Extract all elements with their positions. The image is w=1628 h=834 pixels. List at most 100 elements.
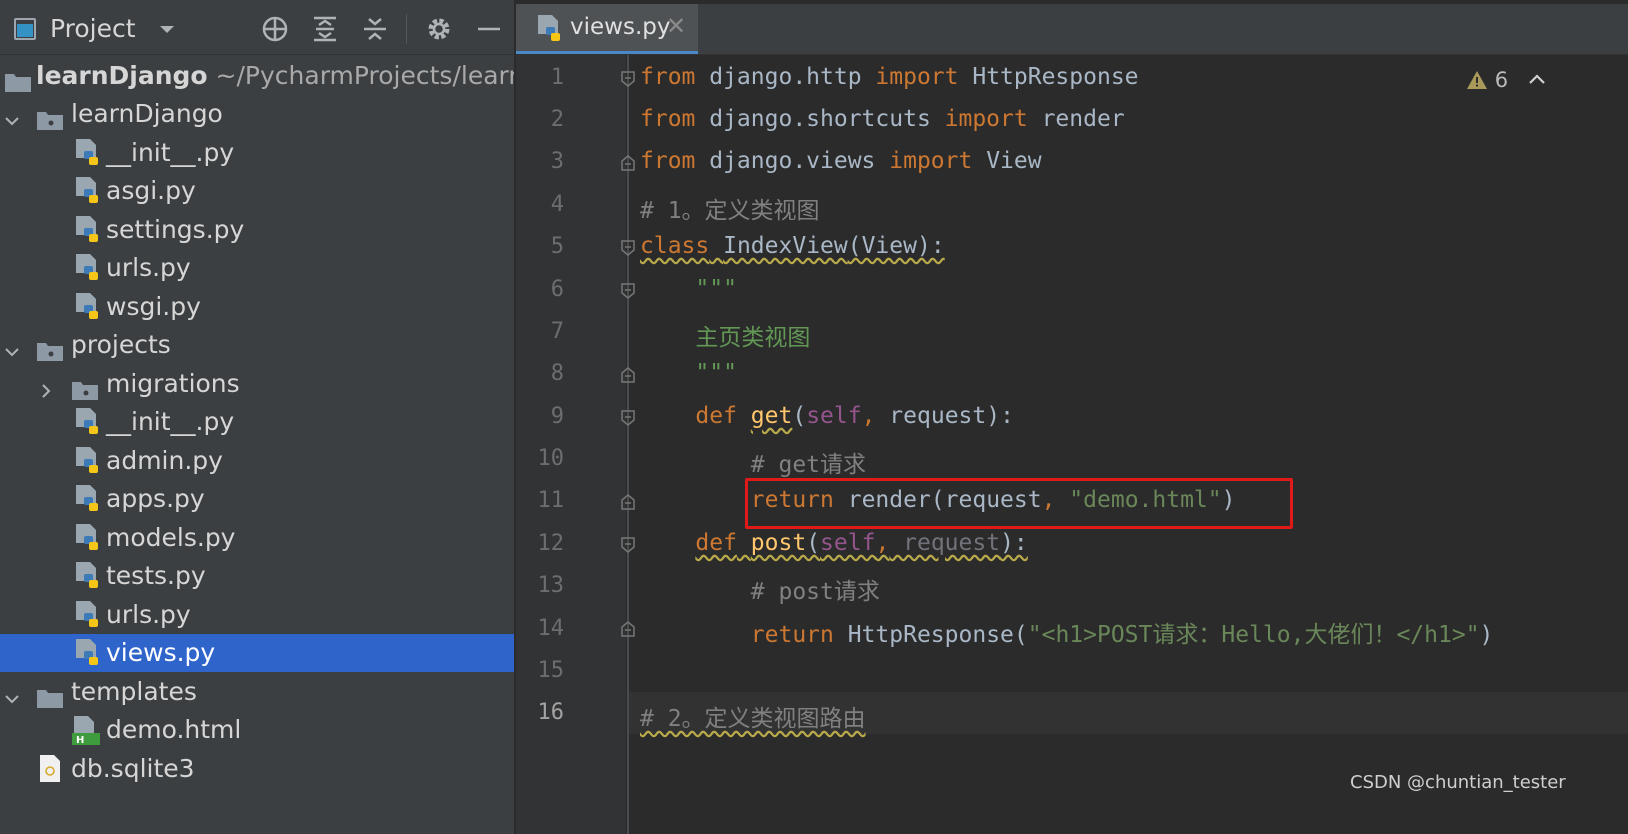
tree-item-file[interactable]: __init__.py <box>0 403 514 441</box>
line-number: 5 <box>550 234 564 259</box>
inspection-widget[interactable]: 6 <box>1466 68 1508 92</box>
fold-start-icon[interactable] <box>619 239 637 257</box>
tree-item-label: migrations <box>106 369 240 398</box>
comma: , <box>875 530 890 556</box>
toolbar-separator <box>406 14 407 44</box>
code-line-4[interactable]: # 1。定义类视图 <box>640 191 820 225</box>
python-file-icon <box>74 484 102 514</box>
code-line-13[interactable]: # post请求 <box>640 572 880 606</box>
editor-tab-bar: views.py ✕ <box>516 4 1628 55</box>
python-file-icon <box>74 523 102 553</box>
line-number: 10 <box>537 446 565 471</box>
fold-start-icon[interactable] <box>619 70 637 88</box>
code-line-10[interactable]: # get请求 <box>640 445 866 479</box>
tree-item-file[interactable]: settings.py <box>0 211 514 249</box>
line-number: 1 <box>550 65 564 90</box>
expand-all-icon[interactable] <box>310 14 340 44</box>
comment: # 2。定义类视图路由 <box>640 706 866 732</box>
gear-icon[interactable] <box>424 14 454 44</box>
tree-item-label: wsgi.py <box>106 292 201 321</box>
fold-end-icon[interactable] <box>619 154 637 172</box>
paren: ) <box>1479 622 1494 648</box>
locate-file-icon[interactable] <box>260 14 290 44</box>
svg-text:H: H <box>76 735 84 745</box>
python-file-icon <box>536 14 564 44</box>
keyword: class <box>640 233 710 259</box>
docstring: """ <box>695 360 737 386</box>
python-file-icon <box>74 446 102 476</box>
chevron-down-icon[interactable] <box>2 682 22 704</box>
code-line-2[interactable]: from django.shortcuts import render <box>640 106 1125 132</box>
collapse-all-icon[interactable] <box>360 14 390 44</box>
line-number: 12 <box>537 531 565 556</box>
tree-item-file[interactable]: db.sqlite3 <box>0 750 514 788</box>
chevron-up-icon[interactable] <box>1526 68 1548 90</box>
fold-end-icon[interactable] <box>619 493 637 511</box>
tree-item-label: projects <box>71 330 171 359</box>
python-file-icon <box>74 638 102 668</box>
code-line-8[interactable]: """ <box>640 360 737 386</box>
function-name: get <box>750 403 793 429</box>
fold-start-icon[interactable] <box>619 409 637 427</box>
tree-item-file[interactable]: H demo.html <box>0 711 514 749</box>
keyword: import <box>944 106 1028 132</box>
view-dropdown-icon[interactable] <box>152 14 182 44</box>
tree-item-label: __init__.py <box>106 407 235 436</box>
code-line-5[interactable]: class IndexView(View): <box>640 233 945 259</box>
tab-label: views.py <box>570 14 671 40</box>
keyword: from <box>640 148 696 174</box>
keyword: from <box>640 64 696 90</box>
python-file-icon <box>74 292 102 322</box>
code-line-9[interactable]: def get(self, request): <box>640 403 1014 429</box>
paren: ( <box>806 530 821 556</box>
chevron-down-icon[interactable] <box>2 335 22 357</box>
fold-end-icon[interactable] <box>619 620 637 638</box>
fold-start-icon[interactable] <box>619 536 637 554</box>
tree-item-file[interactable]: __init__.py <box>0 134 514 172</box>
call: HttpResponse( <box>833 622 1028 648</box>
tree-item-folder[interactable]: learnDjango <box>0 95 514 133</box>
fold-end-icon[interactable] <box>619 366 637 384</box>
warning-icon <box>1467 71 1487 89</box>
hide-panel-icon[interactable] <box>474 14 504 44</box>
keyword: import <box>889 148 973 174</box>
tree-item-file-selected[interactable]: views.py <box>0 634 514 672</box>
tree-item-file[interactable]: asgi.py <box>0 172 514 210</box>
tree-item-file[interactable]: tests.py <box>0 557 514 595</box>
tree-item-label: models.py <box>106 523 236 552</box>
tree-item-label: tests.py <box>106 561 206 590</box>
tree-item-label: asgi.py <box>106 176 196 205</box>
code-line-14[interactable]: return HttpResponse("<h1>POST请求：Hello,大佬… <box>640 615 1494 649</box>
chevron-right-icon[interactable] <box>36 374 56 398</box>
tree-item-label: urls.py <box>106 253 191 282</box>
fold-start-icon[interactable] <box>619 282 637 300</box>
python-file-icon <box>74 138 102 168</box>
tree-item-file[interactable]: apps.py <box>0 480 514 518</box>
code-line-3[interactable]: from django.views import View <box>640 148 1042 174</box>
tree-item-folder[interactable]: templates <box>0 673 514 711</box>
code-line-16[interactable]: # 2。定义类视图路由 <box>640 699 866 733</box>
tree-item-file[interactable]: wsgi.py <box>0 288 514 326</box>
line-number: 6 <box>550 277 564 302</box>
tree-item-file[interactable]: urls.py <box>0 596 514 634</box>
comma: , <box>861 403 876 429</box>
keyword: import <box>875 64 959 90</box>
project-panel-title[interactable]: Project <box>50 14 136 43</box>
tree-root-learnDjango[interactable]: learnDjango ~/PycharmProjects/learnD <box>0 57 543 95</box>
html-file-icon: H <box>72 715 100 746</box>
tree-item-file[interactable]: admin.py <box>0 442 514 480</box>
tree-item-folder[interactable]: migrations <box>0 365 514 403</box>
tab-views-py[interactable]: views.py ✕ <box>516 4 698 54</box>
close-icon[interactable]: ✕ <box>666 12 686 40</box>
chevron-down-icon[interactable] <box>2 104 22 126</box>
code-line-12[interactable]: def post(self, request): <box>640 530 1027 556</box>
code-line-7[interactable]: 主页类视图 <box>640 318 810 352</box>
tree-item-file[interactable]: models.py <box>0 519 514 557</box>
line-number: 7 <box>550 319 564 344</box>
code-line-6[interactable]: """ <box>640 276 737 302</box>
tree-item-file[interactable]: urls.py <box>0 249 514 287</box>
code-line-1[interactable]: from django.http import HttpResponse <box>640 64 1139 90</box>
keyword: from <box>640 106 696 132</box>
tree-item-folder[interactable]: projects <box>0 326 514 364</box>
project-toolbar: Project <box>0 4 514 55</box>
